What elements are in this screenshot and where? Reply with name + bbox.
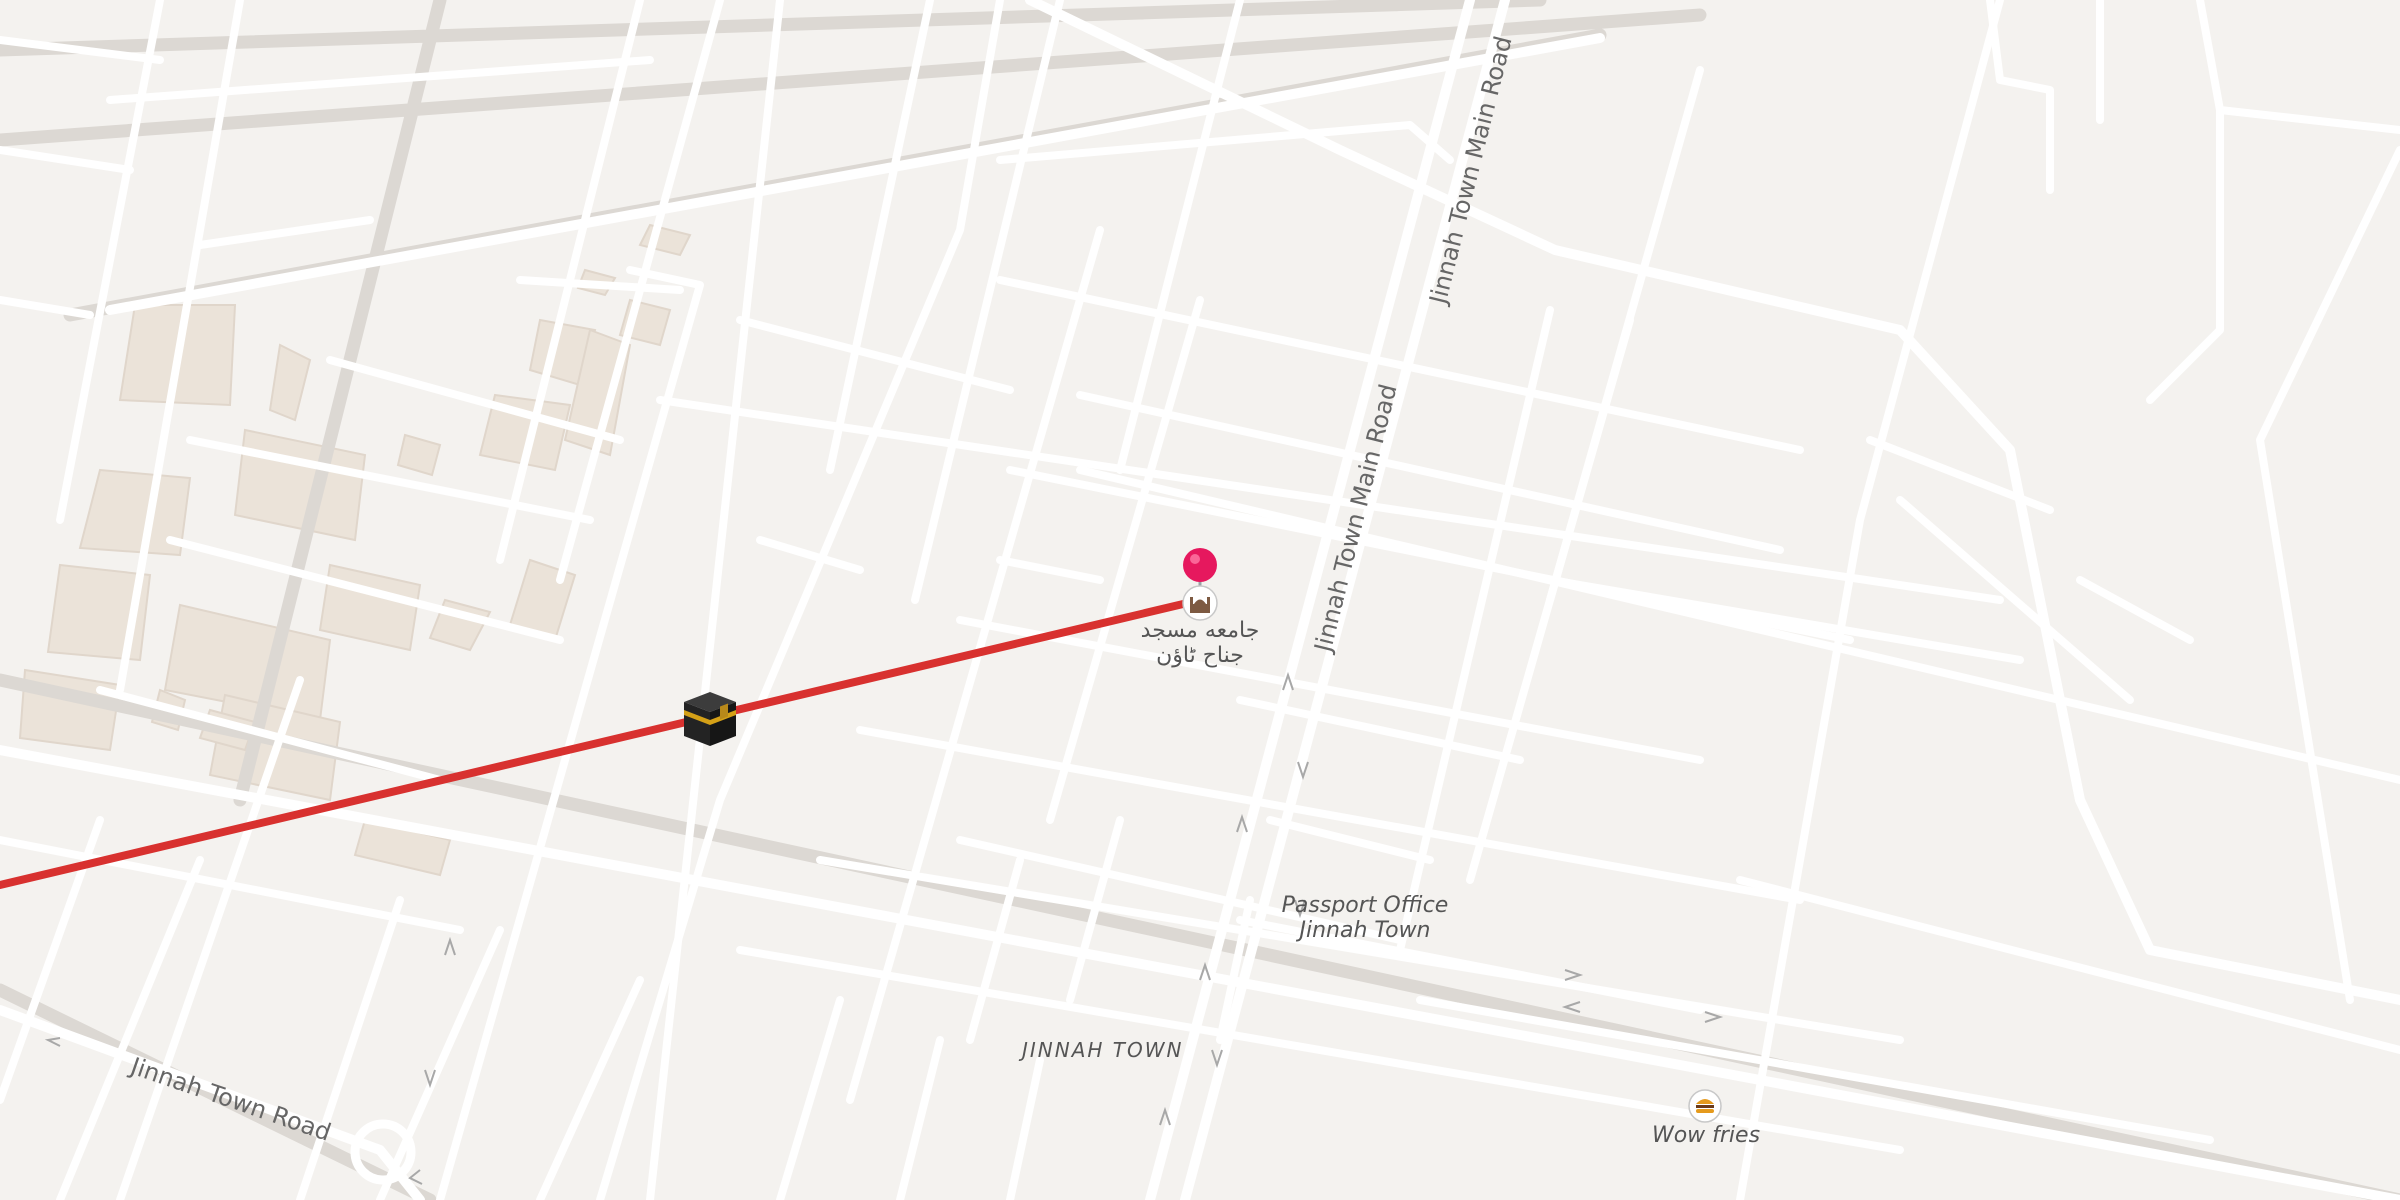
poi-label-passport-office[interactable]: Passport Office Jinnah Town — [1282, 893, 1449, 944]
mosque-label-line1: جامعه مسجد — [1140, 618, 1260, 643]
burger-icon[interactable] — [1687, 1088, 1723, 1124]
area-label-jinnah-town: JINNAH TOWN — [1022, 1038, 1184, 1062]
wow-fries-label: Wow fries — [1651, 1123, 1761, 1148]
passport-label-line2: Jinnah Town — [1299, 918, 1431, 944]
map-canvas[interactable]: جامعه مسجد جناح ٹاؤن Passport Office Jin… — [0, 0, 2400, 1200]
mosque-icon[interactable] — [1181, 584, 1219, 622]
mosque-label-line2: جناح ٹاؤن — [1156, 643, 1244, 669]
poi-label-wow-fries[interactable]: Wow fries — [1652, 1123, 1760, 1148]
kaaba-icon[interactable] — [680, 688, 740, 750]
poi-label-mosque[interactable]: جامعه مسجد جناح ٹاؤن — [1141, 618, 1260, 669]
passport-label-line1: Passport Office — [1281, 893, 1449, 918]
